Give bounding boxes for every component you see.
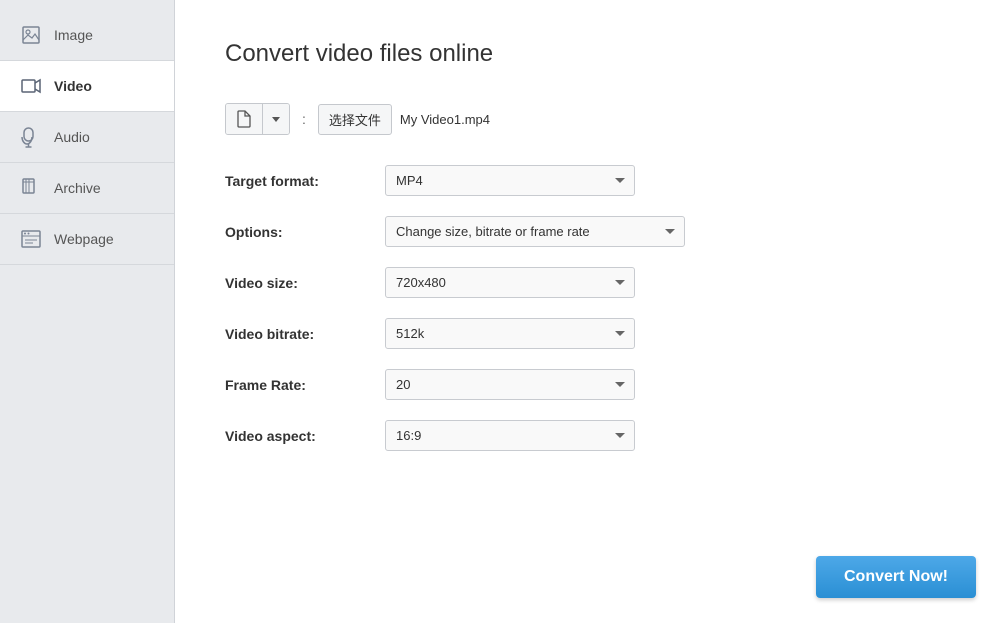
file-upload-icon — [236, 110, 252, 128]
image-icon — [20, 24, 42, 46]
separator: : — [302, 111, 306, 127]
sidebar-item-video-label: Video — [54, 78, 92, 94]
options-label: Options: — [225, 224, 385, 240]
options-row: Options: Change size, bitrate or frame r… — [225, 216, 956, 247]
options-select[interactable]: Change size, bitrate or frame rate — [385, 216, 685, 247]
page-title: Convert video files online — [225, 40, 956, 68]
video-aspect-label: Video aspect: — [225, 428, 385, 444]
frame-rate-select[interactable]: 20 — [385, 369, 635, 400]
upload-dropdown-button[interactable] — [263, 104, 289, 134]
choose-file-button[interactable]: 选择文件 — [318, 104, 392, 135]
video-size-select[interactable]: 720x480 — [385, 267, 635, 298]
sidebar-item-audio-label: Audio — [54, 129, 90, 145]
target-format-label: Target format: — [225, 173, 385, 189]
sidebar-item-webpage[interactable]: Webpage — [0, 214, 174, 265]
video-bitrate-label: Video bitrate: — [225, 326, 385, 342]
video-icon — [20, 75, 42, 97]
sidebar: Image Video Audio — [0, 0, 175, 623]
target-format-row: Target format: MP4 — [225, 165, 956, 196]
frame-rate-row: Frame Rate: 20 — [225, 369, 956, 400]
selected-file-name: My Video1.mp4 — [400, 112, 490, 127]
video-bitrate-select[interactable]: 512k — [385, 318, 635, 349]
archive-icon — [20, 177, 42, 199]
upload-button-group — [225, 103, 290, 135]
video-size-label: Video size: — [225, 275, 385, 291]
sidebar-item-archive-label: Archive — [54, 180, 101, 196]
sidebar-item-webpage-label: Webpage — [54, 231, 114, 247]
main-content: Convert video files online : 选择文件 My Vid… — [175, 0, 1006, 623]
video-size-row: Video size: 720x480 — [225, 267, 956, 298]
sidebar-item-image[interactable]: Image — [0, 10, 174, 61]
video-aspect-row: Video aspect: 16:9 — [225, 420, 956, 451]
video-bitrate-row: Video bitrate: 512k — [225, 318, 956, 349]
sidebar-item-audio[interactable]: Audio — [0, 112, 174, 163]
sidebar-item-archive[interactable]: Archive — [0, 163, 174, 214]
upload-file-button[interactable] — [226, 104, 263, 134]
target-format-select[interactable]: MP4 — [385, 165, 635, 196]
audio-icon — [20, 126, 42, 148]
video-aspect-select[interactable]: 16:9 — [385, 420, 635, 451]
sidebar-item-image-label: Image — [54, 27, 93, 43]
webpage-icon — [20, 228, 42, 250]
sidebar-item-video[interactable]: Video — [0, 61, 174, 112]
convert-now-button[interactable]: Convert Now! — [816, 556, 976, 598]
file-upload-row: : 选择文件 My Video1.mp4 — [225, 103, 956, 135]
frame-rate-label: Frame Rate: — [225, 377, 385, 393]
chevron-down-icon — [271, 114, 281, 124]
